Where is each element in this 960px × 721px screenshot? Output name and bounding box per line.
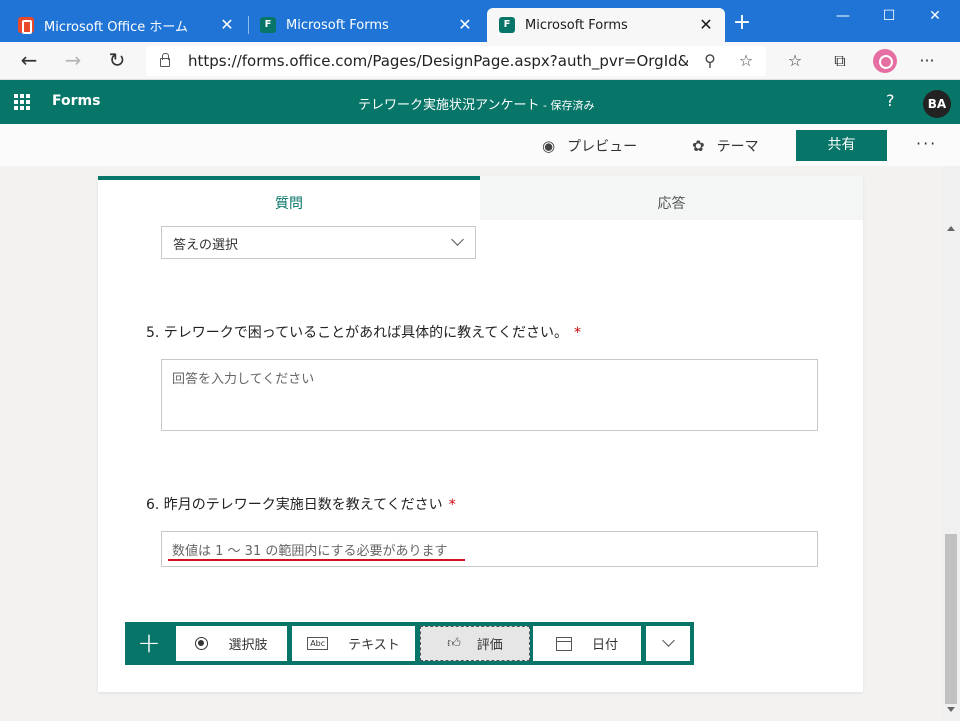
app-launcher-icon[interactable]	[14, 94, 30, 110]
browser-tab-strip: Microsoft Office ホーム ✕ F Microsoft Forms…	[0, 0, 960, 42]
tab-title: Microsoft Forms	[525, 17, 628, 33]
add-rating-button[interactable]: 👍︎ 評価	[420, 626, 530, 661]
eye-icon: ◉	[542, 137, 556, 155]
form-tabs: 質問 応答	[98, 176, 863, 220]
tab-title: Microsoft Forms	[286, 17, 389, 33]
refresh-icon[interactable]: ↻	[105, 49, 129, 73]
url-text[interactable]: https://forms.office.com/Pages/DesignPag…	[188, 52, 688, 70]
share-button[interactable]: 共有	[796, 130, 887, 161]
select-placeholder: 答えの選択	[173, 238, 239, 253]
forms-icon: F	[260, 17, 276, 33]
more-question-types-button[interactable]	[646, 626, 690, 661]
add-choice-button[interactable]: 選択肢	[176, 626, 287, 661]
add-text-button[interactable]: Abc テキスト	[292, 626, 415, 661]
required-marker: *	[574, 325, 581, 341]
text-label: テキスト	[348, 638, 400, 653]
rating-label: 評価	[476, 638, 503, 653]
scroll-up-icon[interactable]	[947, 226, 955, 231]
tab-responses[interactable]: 応答	[480, 176, 863, 220]
minimize-button[interactable]: —	[820, 4, 866, 28]
question-5-answer-field[interactable]: 回答を入力してください	[161, 359, 818, 431]
form-design-card: 質問 応答 答えの選択 5. テレワークで困っていることがあれば具体的に教えてく…	[98, 176, 863, 692]
more-options-icon[interactable]: ···	[916, 134, 937, 153]
browser-tab-forms-active[interactable]: F Microsoft Forms ✕	[487, 8, 725, 42]
profile-avatar[interactable]	[873, 49, 897, 73]
url-field[interactable]: https://forms.office.com/Pages/DesignPag…	[146, 46, 766, 76]
question-6-number-field[interactable]: 数値は 1 ～ 31 の範囲内にする必要があります	[161, 531, 818, 567]
required-marker: *	[448, 497, 456, 513]
question-6-title[interactable]: 6. 昨月のテレワーク実施日数を教えてください *	[146, 494, 456, 514]
text-abc-icon: Abc	[307, 637, 329, 650]
command-bar: ◉ プレビュー ✿ テーマ 共有 ···	[0, 124, 960, 166]
close-tab-icon[interactable]: ✕	[697, 17, 715, 33]
form-title: テレワーク実施状況アンケート	[358, 98, 540, 113]
maximize-button[interactable]: ☐	[866, 4, 912, 28]
preview-button[interactable]: ◉ プレビュー	[542, 136, 637, 156]
scroll-thumb[interactable]	[945, 534, 957, 704]
thumbs-up-icon: 👍︎	[447, 636, 461, 651]
red-highlight-underline	[168, 559, 465, 561]
address-bar-row: ← → ↻ https://forms.office.com/Pages/Des…	[0, 42, 960, 80]
new-tab-button[interactable]: +	[730, 12, 754, 34]
close-tab-icon[interactable]: ✕	[456, 17, 474, 33]
question-6-text: 6. 昨月のテレワーク実施日数を教えてください	[146, 497, 443, 513]
favorites-list-icon[interactable]: ☆	[785, 51, 805, 71]
chevron-down-icon	[661, 634, 675, 647]
answer-placeholder: 回答を入力してください	[172, 372, 315, 387]
add-question-toolbar: + 選択肢 Abc テキスト 👍︎ 評価 日付	[125, 622, 694, 665]
scroll-down-icon[interactable]	[947, 707, 955, 712]
theme-button[interactable]: ✿ テーマ	[692, 136, 759, 156]
radio-choice-icon	[195, 637, 209, 650]
palette-icon: ✿	[692, 137, 705, 155]
forward-arrow-icon[interactable]: →	[61, 49, 85, 73]
settings-more-icon[interactable]: ···	[917, 51, 937, 71]
back-arrow-icon[interactable]: ←	[17, 49, 41, 73]
zoom-icon[interactable]: ⚲	[700, 51, 720, 70]
add-question-plus-icon[interactable]: +	[125, 622, 173, 665]
calendar-icon	[555, 636, 572, 651]
forms-header: Forms テレワーク実施状況アンケート - 保存済み ? BA	[0, 80, 960, 124]
user-avatar[interactable]: BA	[923, 90, 951, 118]
choice-label: 選択肢	[228, 638, 268, 653]
forms-icon: F	[499, 17, 515, 33]
close-window-button[interactable]: ✕	[912, 4, 958, 28]
question-5-text: 5. テレワークで困っていることがあれば具体的に教えてください。	[146, 325, 568, 341]
office-icon	[18, 17, 34, 34]
close-tab-icon[interactable]: ✕	[218, 17, 236, 33]
date-label: 日付	[591, 638, 618, 653]
lock-icon	[160, 53, 170, 67]
tab-title: Microsoft Office ホーム	[44, 19, 188, 35]
browser-tab-office-home[interactable]: Microsoft Office ホーム ✕	[6, 8, 246, 42]
add-date-button[interactable]: 日付	[533, 626, 641, 661]
page-scrollbar[interactable]	[942, 166, 960, 721]
favorite-star-icon[interactable]: ☆	[736, 51, 756, 70]
browser-tab-forms-1[interactable]: F Microsoft Forms ✕	[248, 8, 484, 42]
preview-label: プレビュー	[567, 139, 638, 155]
number-placeholder: 数値は 1 ～ 31 の範囲内にする必要があります	[172, 544, 448, 559]
chevron-down-icon	[451, 233, 464, 246]
theme-label: テーマ	[716, 139, 759, 155]
help-icon[interactable]: ?	[886, 91, 895, 110]
tab-questions[interactable]: 質問	[98, 176, 480, 220]
forms-brand[interactable]: Forms	[52, 93, 100, 109]
save-status: - 保存済み	[539, 99, 595, 112]
answer-select-dropdown[interactable]: 答えの選択	[161, 226, 476, 259]
collections-icon[interactable]: ⧉	[830, 51, 850, 71]
question-5-title[interactable]: 5. テレワークで困っていることがあれば具体的に教えてください。 *	[146, 322, 581, 342]
form-title-status: テレワーク実施状況アンケート - 保存済み	[358, 94, 594, 113]
